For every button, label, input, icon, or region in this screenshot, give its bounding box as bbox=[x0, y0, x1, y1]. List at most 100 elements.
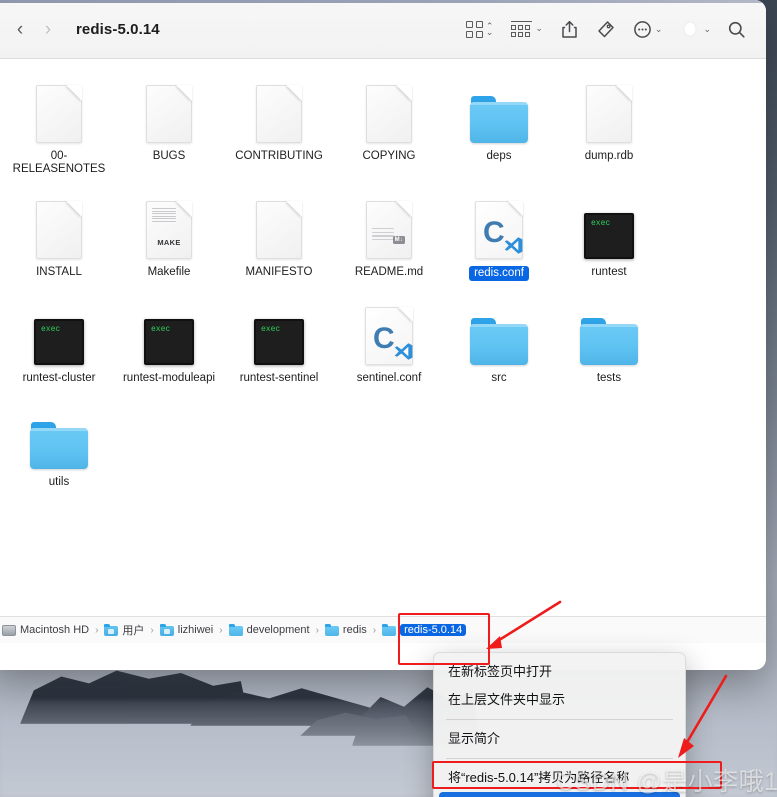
folder-icon bbox=[580, 318, 638, 365]
back-button[interactable]: ‹ bbox=[6, 15, 34, 43]
exec-badge: exec bbox=[591, 219, 611, 228]
titlebar-accent-strip bbox=[0, 0, 766, 3]
file-item-bugs[interactable]: BUGS bbox=[114, 73, 224, 176]
share-icon bbox=[562, 20, 577, 38]
search-icon bbox=[728, 21, 745, 38]
c-source-vscode-icon: C bbox=[365, 307, 413, 365]
file-item-00-releasenotes[interactable]: 00-RELEASENOTES bbox=[4, 73, 114, 176]
file-icon-wrap: M↓ bbox=[366, 197, 412, 259]
file-label: runtest-moduleapi bbox=[122, 372, 216, 384]
file-icon-wrap bbox=[256, 197, 302, 259]
search-button[interactable] bbox=[727, 20, 746, 39]
folder-icon bbox=[30, 422, 88, 469]
share-button[interactable] bbox=[561, 20, 578, 39]
breadcrumb-item-development[interactable]: development bbox=[228, 624, 310, 636]
home-folder-icon bbox=[104, 624, 119, 636]
file-item-install[interactable]: INSTALL bbox=[4, 189, 114, 281]
file-item-runtest-cluster[interactable]: exec runtest-cluster bbox=[4, 295, 114, 385]
file-label: src bbox=[491, 372, 507, 384]
document-icon bbox=[256, 201, 302, 259]
file-icon-wrap: exec bbox=[144, 303, 194, 365]
breadcrumb-item-redis[interactable]: redis bbox=[324, 624, 367, 636]
tag-button[interactable] bbox=[596, 20, 615, 39]
file-item-deps[interactable]: deps bbox=[444, 73, 554, 176]
file-icon-wrap bbox=[586, 81, 632, 143]
file-item-runtest-moduleapi[interactable]: exec runtest-moduleapi bbox=[114, 295, 224, 385]
file-label: Makefile bbox=[147, 266, 191, 278]
file-item-dump-rdb[interactable]: dump.rdb bbox=[554, 73, 664, 176]
file-icon-wrap bbox=[36, 81, 82, 143]
file-label: tests bbox=[596, 372, 622, 384]
file-item-redis-conf[interactable]: C redis.conf bbox=[444, 189, 554, 281]
window-title: redis-5.0.14 bbox=[76, 20, 160, 38]
home-folder-icon bbox=[159, 624, 174, 636]
file-item-utils[interactable]: utils bbox=[4, 399, 114, 489]
file-icon-wrap bbox=[146, 81, 192, 143]
exec-badge: exec bbox=[41, 325, 61, 334]
file-icon-wrap: C bbox=[365, 303, 413, 365]
folder-icon bbox=[228, 624, 243, 636]
folder-icon bbox=[382, 624, 397, 636]
file-row: utils bbox=[0, 399, 766, 489]
vscode-badge-icon bbox=[394, 343, 413, 360]
menu-item-get-info[interactable]: 显示简介 bbox=[434, 725, 685, 753]
file-item-makefile[interactable]: MAKE Makefile bbox=[114, 189, 224, 281]
file-label: runtest-sentinel bbox=[239, 372, 319, 384]
document-icon bbox=[146, 85, 192, 143]
chevron-up-down-icon: ⌃ ⌄ bbox=[485, 21, 494, 37]
view-mode-control[interactable]: ⌃ ⌄ bbox=[465, 20, 494, 38]
breadcrumb-separator: › bbox=[150, 624, 154, 636]
file-icon-wrap bbox=[470, 303, 528, 365]
file-label: CONTRIBUTING bbox=[235, 150, 323, 162]
file-item-src[interactable]: src bbox=[444, 295, 554, 385]
file-label: README.md bbox=[354, 266, 424, 278]
document-icon bbox=[586, 85, 632, 143]
file-item-sentinel-conf[interactable]: C sentinel.conf bbox=[334, 295, 444, 385]
menu-separator bbox=[446, 758, 673, 759]
file-label: runtest-cluster bbox=[22, 372, 96, 384]
file-row: INSTALL MAKE Makefile MANIFESTO M↓ READM… bbox=[0, 189, 766, 281]
breadcrumb-item-lizhiwei[interactable]: lizhiwei bbox=[159, 624, 213, 636]
file-label: dump.rdb bbox=[584, 150, 634, 162]
menu-item-show-in-enclosing-folder[interactable]: 在上层文件夹中显示 bbox=[434, 686, 685, 714]
file-item-runtest[interactable]: exec runtest bbox=[554, 189, 664, 281]
account-button[interactable]: ⌄ bbox=[680, 19, 711, 39]
file-item-tests[interactable]: tests bbox=[554, 295, 664, 385]
breadcrumb-item-redis-5-0-14[interactable]: redis-5.0.14 bbox=[382, 624, 467, 636]
file-label: sentinel.conf bbox=[356, 372, 422, 384]
file-label: 00-RELEASENOTES bbox=[12, 150, 106, 175]
breadcrumb-separator: › bbox=[95, 624, 99, 636]
file-label: runtest bbox=[591, 266, 627, 278]
file-label: INSTALL bbox=[36, 266, 82, 278]
file-icon-wrap bbox=[36, 197, 82, 259]
exec-badge: exec bbox=[151, 325, 171, 334]
folder-icon bbox=[470, 318, 528, 365]
file-item-readme-md[interactable]: M↓ README.md bbox=[334, 189, 444, 281]
file-item-contributing[interactable]: CONTRIBUTING bbox=[224, 73, 334, 176]
document-icon bbox=[366, 85, 412, 143]
chevron-down-icon: ⌄ bbox=[654, 23, 663, 34]
breadcrumb-item-macintosh-hd[interactable]: Macintosh HD bbox=[2, 624, 89, 636]
forward-chevron-icon: › bbox=[44, 18, 52, 40]
menu-separator bbox=[446, 719, 673, 720]
breadcrumb-item-users[interactable]: 用户 bbox=[104, 622, 144, 638]
more-actions-button[interactable]: ⌄ bbox=[633, 20, 663, 39]
folder-icon bbox=[324, 624, 339, 636]
file-icon-wrap bbox=[256, 81, 302, 143]
file-label: utils bbox=[48, 476, 70, 488]
menu-item-open-in-new-tab[interactable]: 在新标签页中打开 bbox=[434, 658, 685, 686]
forward-button[interactable]: › bbox=[34, 15, 62, 43]
back-chevron-icon: ‹ bbox=[16, 18, 24, 40]
executable-icon: exec bbox=[144, 319, 194, 365]
file-item-copying[interactable]: COPYING bbox=[334, 73, 444, 176]
executable-icon: exec bbox=[254, 319, 304, 365]
breadcrumb-separator: › bbox=[219, 624, 223, 636]
file-item-manifesto[interactable]: MANIFESTO bbox=[224, 189, 334, 281]
group-by-control[interactable]: ⌄ bbox=[511, 20, 543, 38]
file-item-runtest-sentinel[interactable]: exec runtest-sentinel bbox=[224, 295, 334, 385]
breadcrumb-label: 用户 bbox=[122, 625, 145, 637]
file-label: deps bbox=[486, 150, 512, 162]
file-icon-wrap bbox=[580, 303, 638, 365]
breadcrumb-label-active: redis-5.0.14 bbox=[400, 624, 467, 636]
markdown-icon: M↓ bbox=[366, 201, 412, 259]
